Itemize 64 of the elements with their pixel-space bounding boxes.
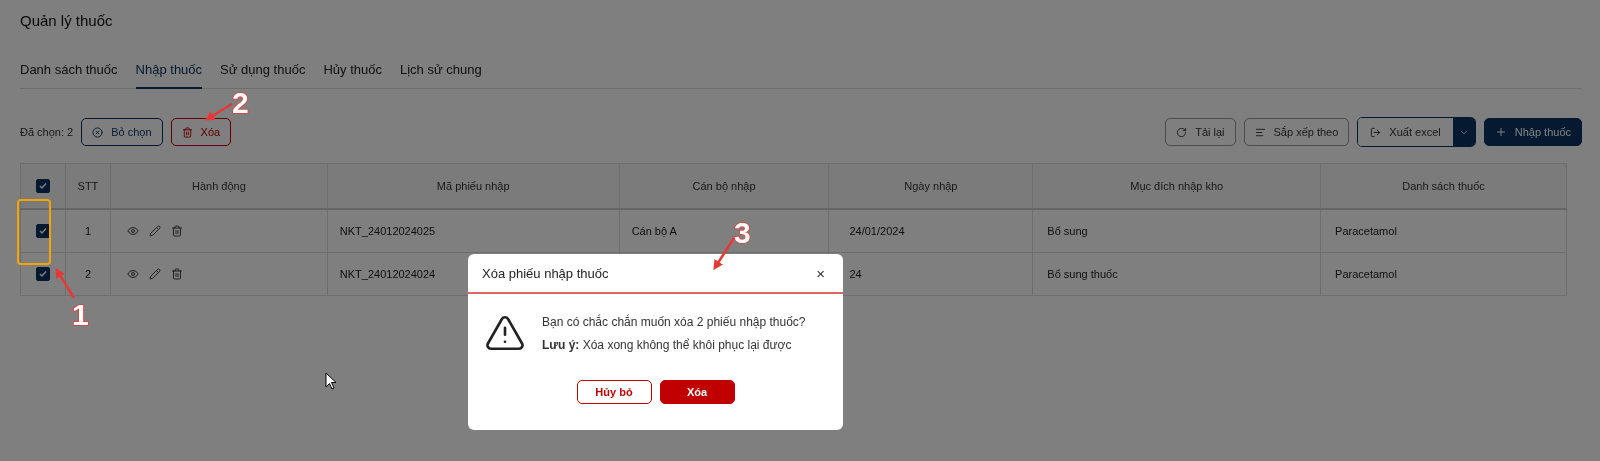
close-button[interactable]: ×: [812, 264, 829, 282]
confirm-delete-button[interactable]: Xóa: [659, 380, 735, 404]
import-button[interactable]: Nhập thuốc: [1483, 118, 1582, 146]
check-icon: [39, 182, 47, 191]
callout-number: 3: [734, 216, 751, 250]
table-cell: Paracetamol: [1335, 268, 1397, 280]
delete-button[interactable]: Xóa: [170, 118, 232, 146]
callout-arrow: [55, 267, 76, 299]
table-cell: 2: [84, 268, 91, 280]
trash-icon[interactable]: [170, 225, 183, 237]
column-header: Danh sách thuốc: [1402, 180, 1485, 192]
edit-icon[interactable]: [148, 225, 161, 237]
column-header: Ngày nhập: [904, 180, 958, 192]
table-cell: Paracetamol: [1335, 225, 1397, 237]
export-icon: [1370, 126, 1382, 138]
callout-number: 1: [72, 298, 89, 332]
column-header: Hành động: [191, 180, 246, 192]
table-cell: NKT_24012024025: [339, 225, 436, 237]
callout-arrow: [713, 237, 736, 270]
checkbox[interactable]: [36, 179, 50, 194]
dialog-note: Lưu ý: Xóa xong không thể khôi phục lại được: [542, 337, 793, 352]
table-cell: 24: [849, 268, 862, 280]
column-header: Cán bộ nhập: [692, 180, 756, 192]
tab[interactable]: Hủy thuốc: [323, 58, 382, 89]
tab[interactable]: Sử dụng thuốc: [220, 58, 306, 89]
callout-arrow: [204, 102, 233, 121]
cancel-button[interactable]: Hủy bỏ: [576, 380, 652, 404]
page-title: Quản lý thuốc: [20, 12, 114, 31]
reload-button[interactable]: Tải lại: [1165, 118, 1236, 146]
dialog-title: Xóa phiếu nhập thuốc: [482, 265, 609, 281]
check-icon: [39, 227, 47, 236]
highlight-frame: [17, 199, 51, 265]
table-cell: NKT_24012024024: [339, 268, 436, 280]
plus-icon: [1494, 126, 1507, 138]
checkbox[interactable]: [36, 267, 50, 282]
table-cell: 24/01/2024: [849, 225, 905, 237]
trash-icon[interactable]: [170, 268, 183, 280]
cursor-icon: [325, 372, 337, 390]
circle-x-icon: [92, 126, 104, 138]
tab[interactable]: Lịch sử chung: [399, 58, 482, 89]
tab[interactable]: Danh sách thuốc: [20, 58, 118, 89]
clear-selection-button[interactable]: Bỏ chọn: [81, 118, 163, 146]
edit-icon[interactable]: [148, 268, 161, 280]
column-header: STT: [77, 180, 99, 192]
refresh-icon: [1176, 126, 1188, 138]
check-icon: [39, 270, 47, 279]
trash-icon: [181, 126, 193, 138]
table-cell: Cán bộ A: [631, 225, 677, 237]
view-icon[interactable]: [126, 225, 139, 237]
caret-icon[interactable]: [1452, 118, 1475, 146]
column-header: Mục đích nhập kho: [1130, 180, 1224, 192]
sort-button[interactable]: Sắp xếp theo: [1243, 118, 1350, 146]
column-header: Mã phiếu nhập: [436, 180, 510, 192]
tab[interactable]: Nhập thuốc: [135, 58, 203, 89]
dialog-question: Bạn có chắc chắn muốn xóa 2 phiếu nhập thuốc?: [542, 314, 806, 329]
table-cell: 1: [84, 225, 91, 237]
table-cell: Bổ sung: [1047, 225, 1088, 237]
checkbox[interactable]: [36, 224, 50, 239]
table-cell: Bổ sung thuốc: [1047, 268, 1118, 280]
callout-number: 2: [232, 86, 249, 120]
export-split-button[interactable]: Xuất excel: [1357, 117, 1476, 147]
view-icon[interactable]: [126, 268, 139, 280]
selected-count: Đã chọn: 2: [20, 126, 74, 138]
lines-icon: [1254, 126, 1266, 138]
